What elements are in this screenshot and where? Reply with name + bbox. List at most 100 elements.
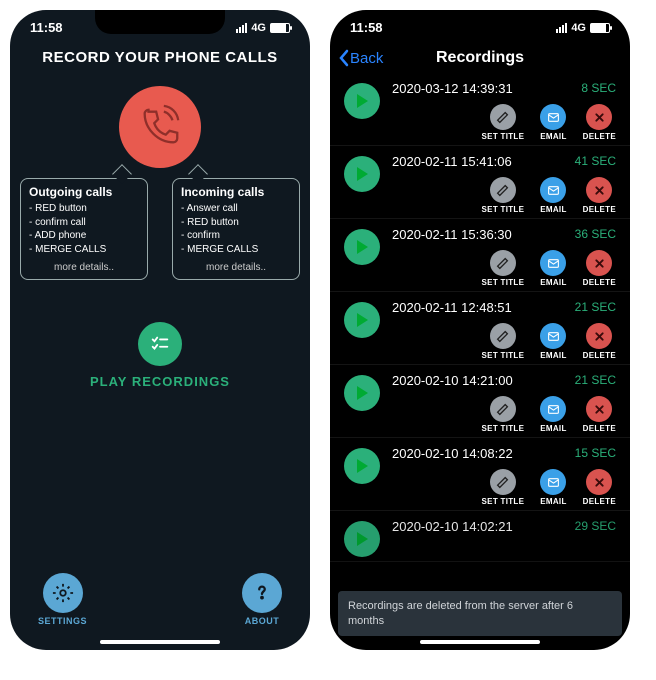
close-icon	[586, 396, 612, 422]
outgoing-more[interactable]: more details..	[29, 262, 139, 273]
set-title-button[interactable]: SET TITLE	[482, 323, 525, 360]
email-button[interactable]: EMAIL	[540, 323, 566, 360]
close-icon	[586, 250, 612, 276]
incoming-heading: Incoming calls	[181, 185, 291, 199]
incoming-steps: Answer call RED button confirm MERGE CAL…	[181, 202, 291, 256]
chevron-left-icon	[338, 49, 350, 67]
recording-timestamp: 2020-02-11 15:36:30	[392, 227, 512, 242]
edit-icon	[490, 469, 516, 495]
record-button[interactable]	[119, 86, 201, 168]
home-indicator	[100, 640, 220, 644]
close-icon	[586, 469, 612, 495]
notch	[95, 10, 225, 34]
recording-timestamp: 2020-02-10 14:02:21	[392, 519, 513, 534]
recording-row: 2020-02-10 14:08:22 15 SEC SET TITLE EMAIL D…	[330, 438, 630, 511]
delete-button[interactable]: DELETE	[583, 104, 616, 141]
about-button[interactable]: ABOUT	[242, 573, 282, 626]
recordings-list[interactable]: 2020-03-12 14:39:31 8 SEC SET TITLE EMAIL DE…	[330, 73, 630, 562]
settings-label: SETTINGS	[38, 616, 87, 626]
outgoing-heading: Outgoing calls	[29, 185, 139, 199]
play-button[interactable]	[344, 83, 380, 119]
delete-button[interactable]: DELETE	[583, 469, 616, 506]
play-button[interactable]	[344, 156, 380, 192]
battery-icon	[590, 23, 610, 33]
recording-duration: 29 SEC	[575, 519, 616, 534]
recording-duration: 15 SEC	[575, 446, 616, 461]
email-button[interactable]: EMAIL	[540, 177, 566, 214]
edit-icon	[490, 323, 516, 349]
mail-icon	[540, 177, 566, 203]
about-label: ABOUT	[242, 616, 282, 626]
email-button[interactable]: EMAIL	[540, 396, 566, 433]
clock: 11:58	[30, 20, 63, 35]
play-button[interactable]	[344, 521, 380, 557]
back-button[interactable]: Back	[338, 49, 383, 67]
play-button[interactable]	[344, 302, 380, 338]
set-title-button[interactable]: SET TITLE	[482, 469, 525, 506]
mail-icon	[540, 250, 566, 276]
close-icon	[586, 323, 612, 349]
help-bubbles: Outgoing calls RED button confirm call A…	[10, 178, 310, 280]
delete-button[interactable]: DELETE	[583, 177, 616, 214]
recording-duration: 41 SEC	[575, 154, 616, 169]
carrier: 4G	[571, 22, 586, 34]
clock: 11:58	[350, 20, 383, 35]
page-title: RECORD YOUR PHONE CALLS	[10, 49, 310, 66]
email-button[interactable]: EMAIL	[540, 469, 566, 506]
incoming-more[interactable]: more details..	[181, 262, 291, 273]
delete-button[interactable]: DELETE	[583, 323, 616, 360]
phone-icon	[137, 104, 183, 150]
play-button[interactable]	[344, 375, 380, 411]
set-title-button[interactable]: SET TITLE	[482, 396, 525, 433]
edit-icon	[490, 250, 516, 276]
home-indicator	[420, 640, 540, 644]
recording-duration: 36 SEC	[575, 227, 616, 242]
email-button[interactable]: EMAIL	[540, 250, 566, 287]
recording-duration: 8 SEC	[581, 81, 616, 96]
recording-row: 2020-02-11 15:41:06 41 SEC SET TITLE EMAIL D…	[330, 146, 630, 219]
set-title-button[interactable]: SET TITLE	[482, 177, 525, 214]
play-button[interactable]	[344, 229, 380, 265]
play-button[interactable]	[344, 448, 380, 484]
recording-row: 2020-02-10 14:21:00 21 SEC SET TITLE EMAIL D…	[330, 365, 630, 438]
edit-icon	[490, 104, 516, 130]
recording-timestamp: 2020-02-10 14:08:22	[392, 446, 513, 461]
signal-icon	[236, 23, 247, 33]
play-recordings-label: PLAY RECORDINGS	[10, 374, 310, 389]
notch	[415, 10, 545, 34]
gear-icon	[52, 582, 74, 604]
email-button[interactable]: EMAIL	[540, 104, 566, 141]
recording-timestamp: 2020-02-11 12:48:51	[392, 300, 512, 315]
screen-record: 11:58 4G RECORD YOUR PHONE CALLS Outgoin…	[10, 10, 310, 650]
recording-row: 2020-02-11 12:48:51 21 SEC SET TITLE EMAIL D…	[330, 292, 630, 365]
close-icon	[586, 104, 612, 130]
question-icon	[251, 582, 273, 604]
screen-recordings: 11:58 4G Back Recordings 2020-03-12 14:3…	[330, 10, 630, 650]
close-icon	[586, 177, 612, 203]
signal-icon	[556, 23, 567, 33]
mail-icon	[540, 323, 566, 349]
recording-row: 2020-02-11 15:36:30 36 SEC SET TITLE EMAIL D…	[330, 219, 630, 292]
nav-title: Recordings	[436, 49, 524, 67]
recording-timestamp: 2020-02-10 14:21:00	[392, 373, 513, 388]
recording-timestamp: 2020-02-11 15:41:06	[392, 154, 512, 169]
recording-timestamp: 2020-03-12 14:39:31	[392, 81, 513, 96]
set-title-button[interactable]: SET TITLE	[482, 250, 525, 287]
recording-duration: 21 SEC	[575, 373, 616, 388]
outgoing-bubble[interactable]: Outgoing calls RED button confirm call A…	[20, 178, 148, 280]
delete-button[interactable]: DELETE	[583, 396, 616, 433]
settings-button[interactable]: SETTINGS	[38, 573, 87, 626]
carrier: 4G	[251, 22, 266, 34]
nav-bar: Back Recordings	[330, 43, 630, 73]
mail-icon	[540, 396, 566, 422]
recording-duration: 21 SEC	[575, 300, 616, 315]
incoming-bubble[interactable]: Incoming calls Answer call RED button co…	[172, 178, 300, 280]
edit-icon	[490, 177, 516, 203]
checklist-icon	[149, 333, 171, 355]
outgoing-steps: RED button confirm call ADD phone MERGE …	[29, 202, 139, 256]
footer: SETTINGS ABOUT	[10, 573, 310, 626]
set-title-button[interactable]: SET TITLE	[482, 104, 525, 141]
edit-icon	[490, 396, 516, 422]
delete-button[interactable]: DELETE	[583, 250, 616, 287]
play-recordings-button[interactable]	[138, 322, 182, 366]
